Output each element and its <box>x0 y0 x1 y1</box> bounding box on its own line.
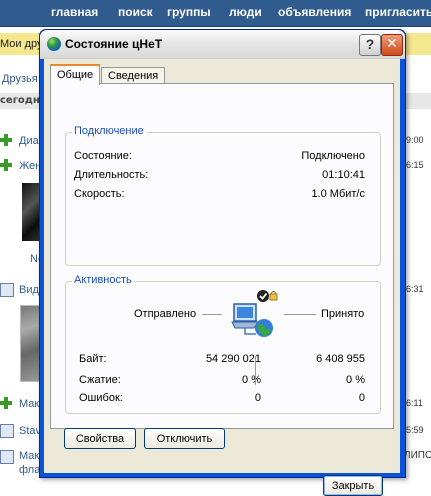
received-label: Принято <box>321 308 365 320</box>
status-label: Состояние: <box>74 150 132 162</box>
activity-group-title: Активность <box>72 274 134 286</box>
add-icon[interactable] <box>0 134 12 146</box>
date-header-right <box>405 93 431 109</box>
add-icon[interactable] <box>0 397 12 409</box>
friends-link[interactable]: Друзья <box>2 73 38 85</box>
nav-link-ads[interactable]: объявления <box>278 5 351 19</box>
page-fragment: ЛИПО <box>404 450 431 461</box>
close-window-button[interactable]: ✕ <box>381 34 403 56</box>
nav-link-search[interactable]: поиск <box>118 5 153 19</box>
nav-link-home[interactable]: главная <box>51 5 98 19</box>
feed-item-text[interactable]: Жен <box>19 160 41 172</box>
feed-item-text[interactable]: Диа <box>19 135 39 147</box>
video-icon <box>0 283 14 297</box>
tab-general[interactable]: Общие <box>50 64 101 85</box>
bytes-label: Байт: <box>79 353 107 365</box>
dialog-titlebar[interactable]: Состояние цНеТ ? ✕ <box>40 30 405 59</box>
activity-divider-line <box>255 356 256 385</box>
people-icon <box>0 450 14 464</box>
nav-link-groups[interactable]: группы <box>167 5 211 19</box>
sent-label: Отправлено <box>134 308 197 320</box>
feed-item-time: 5:59 <box>406 425 424 435</box>
connection-status-dialog: Состояние цНеТ ? ✕ Общие Сведения Подклю… <box>39 29 406 496</box>
received-connector-line <box>284 314 316 315</box>
bytes-sent-value: 54 290 021 <box>205 353 261 365</box>
duration-label: Длительность: <box>74 169 149 181</box>
add-icon[interactable] <box>0 159 12 171</box>
connection-group-title: Подключение <box>72 125 146 137</box>
compression-label: Сжатие: <box>79 374 121 386</box>
status-value: Подключено <box>301 150 365 162</box>
bytes-received-value: 6 408 955 <box>316 353 365 365</box>
properties-button[interactable]: Свойства <box>64 428 136 449</box>
nav-link-people[interactable]: люди <box>229 5 262 19</box>
folder-icon <box>0 424 14 438</box>
network-globe-icon <box>47 37 61 51</box>
compression-received-value: 0 % <box>346 374 365 386</box>
compression-sent-value: 0 % <box>242 374 261 386</box>
feed-item-text[interactable]: Мак <box>19 450 39 462</box>
help-button[interactable]: ? <box>359 34 381 56</box>
errors-sent-value: 0 <box>254 392 261 404</box>
feed-item-text[interactable]: Мак <box>19 398 39 410</box>
site-navigation-bar: главная поиск группы люди объявления при… <box>0 0 431 27</box>
feed-item-text[interactable]: фла <box>19 464 40 476</box>
feed-item-text[interactable]: Вид <box>19 284 39 296</box>
tab-details[interactable]: Сведения <box>101 67 166 84</box>
errors-label: Ошибок: <box>79 392 123 404</box>
speed-value: 1.0 Мбит/с <box>311 188 365 200</box>
duration-value: 01:10:41 <box>322 169 365 181</box>
dialog-client-area: Общие Сведения Подключение Состояние: По… <box>44 59 400 496</box>
speed-label: Скорость: <box>74 188 125 200</box>
friends-bar-right <box>405 33 431 55</box>
network-activity-icon <box>231 290 278 337</box>
feed-item-time: 6:11 <box>406 398 423 408</box>
feed-item-time: 9:00 <box>406 135 424 145</box>
connection-group: Подключение Состояние: Подключено Длител… <box>65 125 381 266</box>
disable-button[interactable]: Отключить <box>144 428 225 449</box>
sent-connector-line <box>202 314 222 315</box>
nav-link-invite[interactable]: пригласить <box>365 5 431 19</box>
errors-received-value: 0 <box>358 392 365 404</box>
feed-item-time: 6:15 <box>406 160 424 170</box>
dialog-title: Состояние цНеТ <box>65 37 163 51</box>
feed-item-text[interactable]: Stav <box>19 425 41 437</box>
feed-item-time: 6:31 <box>406 284 424 294</box>
date-header: сегодня <box>0 93 46 109</box>
